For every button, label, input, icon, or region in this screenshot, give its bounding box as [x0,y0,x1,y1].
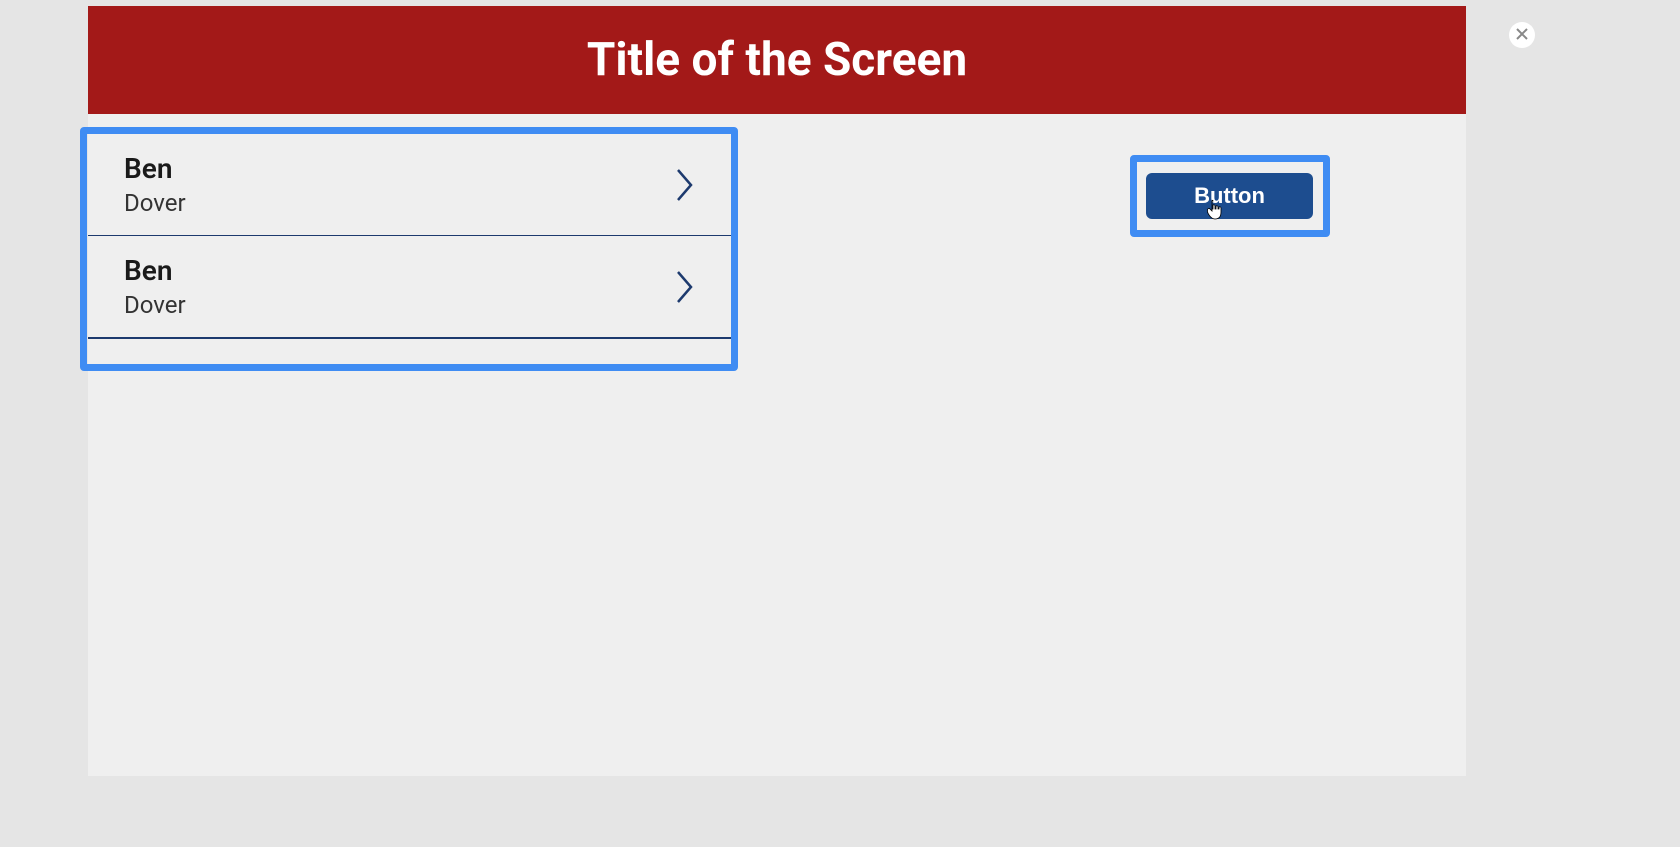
chevron-right-icon [672,165,698,205]
close-icon [1516,28,1528,43]
chevron-right-icon [672,267,698,307]
close-button[interactable] [1509,22,1535,48]
page-title: Title of the Screen [587,33,967,87]
list-item[interactable]: Ben Dover [88,236,732,339]
list-item-secondary: Dover [124,291,186,319]
action-button[interactable]: Button [1146,173,1313,219]
person-list: Ben Dover Ben Dover [88,134,732,339]
list-item-secondary: Dover [124,189,186,217]
screen-header: Title of the Screen [88,6,1466,114]
list-item-text: Ben Dover [124,254,186,319]
list-item[interactable]: Ben Dover [88,134,732,236]
main-panel: Title of the Screen Ben Dover Ben Dover [88,6,1466,776]
list-item-primary: Ben [124,152,186,185]
list-item-primary: Ben [124,254,186,287]
list-item-text: Ben Dover [124,152,186,217]
action-button-label: Button [1194,183,1265,209]
